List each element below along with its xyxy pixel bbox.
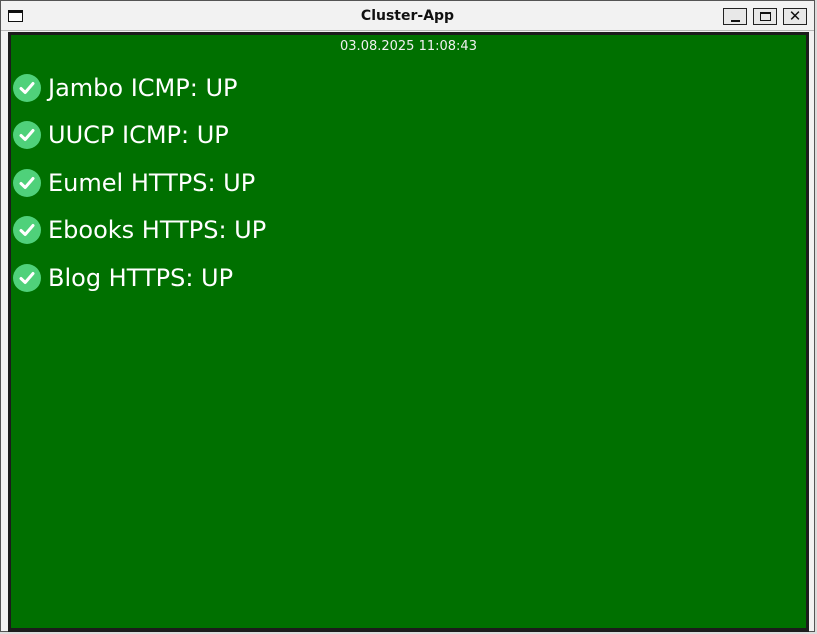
- minimize-button[interactable]: [723, 8, 747, 25]
- status-label: Eumel HTTPS: UP: [48, 168, 256, 197]
- minimize-icon: [730, 19, 740, 22]
- status-item-ebooks: Ebooks HTTPS: UP: [13, 207, 266, 255]
- maximize-icon: [759, 12, 771, 21]
- app-window: Cluster-App ✕ 03.08.2025 11:08:43 Jambo …: [0, 0, 815, 632]
- status-label: Jambo ICMP: UP: [48, 73, 238, 102]
- check-circle-icon: [13, 168, 41, 197]
- timestamp: 03.08.2025 11:08:43: [340, 39, 477, 54]
- check-circle-icon: [13, 263, 41, 292]
- status-item-uucp: UUCP ICMP: UP: [13, 112, 266, 160]
- status-panel: 03.08.2025 11:08:43 Jambo ICMP: UP UUCP …: [11, 35, 806, 628]
- close-icon: ✕: [788, 7, 802, 25]
- status-item-blog: Blog HTTPS: UP: [13, 254, 266, 302]
- status-item-jambo: Jambo ICMP: UP: [13, 64, 266, 112]
- check-circle-icon: [13, 121, 41, 150]
- status-item-eumel: Eumel HTTPS: UP: [13, 159, 266, 207]
- maximize-button[interactable]: [753, 8, 777, 25]
- title-bar[interactable]: Cluster-App ✕: [1, 1, 814, 31]
- status-label: Blog HTTPS: UP: [48, 263, 234, 292]
- status-label: UUCP ICMP: UP: [48, 121, 229, 150]
- check-circle-icon: [13, 73, 41, 102]
- window-title: Cluster-App: [360, 8, 455, 24]
- status-label: Ebooks HTTPS: UP: [48, 216, 267, 245]
- client-area: 03.08.2025 11:08:43 Jambo ICMP: UP UUCP …: [8, 32, 809, 632]
- close-button[interactable]: ✕: [783, 8, 807, 25]
- check-circle-icon: [13, 216, 41, 245]
- status-list: Jambo ICMP: UP UUCP ICMP: UP Eumel HTTPS…: [13, 64, 266, 302]
